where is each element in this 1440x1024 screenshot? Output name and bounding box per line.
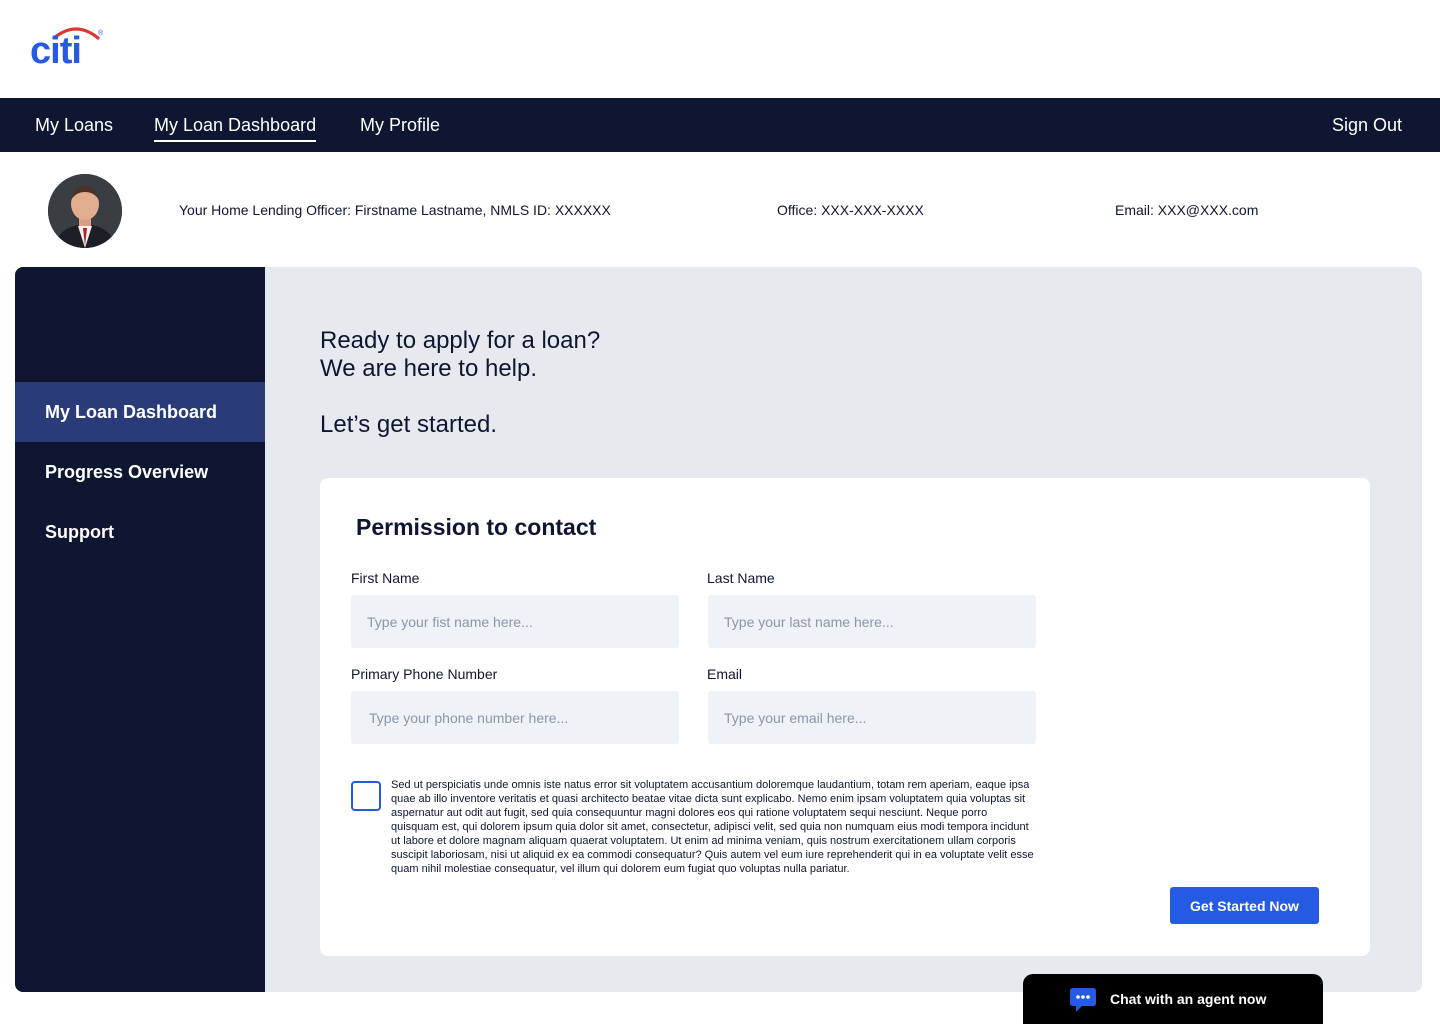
- logo-wordmark: citi: [30, 30, 82, 72]
- chat-bubble-icon: [1070, 988, 1096, 1012]
- sidebar-item-progress-overview[interactable]: Progress Overview: [15, 442, 265, 502]
- last-name-label: Last Name: [707, 570, 775, 586]
- main-panel: My Loan Dashboard Progress Overview Supp…: [15, 267, 1422, 992]
- phone-input[interactable]: [351, 691, 679, 744]
- card-title: Permission to contact: [356, 514, 597, 540]
- first-name-label: First Name: [351, 570, 420, 586]
- chat-label: Chat with an agent now: [1110, 991, 1267, 1007]
- sidebar-item-support[interactable]: Support: [15, 502, 265, 562]
- email-input[interactable]: [708, 691, 1036, 744]
- nav-my-profile[interactable]: My Profile: [360, 98, 440, 152]
- lending-officer-avatar: [48, 174, 122, 248]
- hero-line-3: Let’s get started.: [320, 411, 497, 438]
- hero-line-2: We are here to help.: [320, 355, 538, 382]
- sidebar: My Loan Dashboard Progress Overview Supp…: [15, 267, 265, 992]
- registered-mark-icon: ®: [98, 30, 104, 37]
- top-navigation: My Loans My Loan Dashboard My Profile Si…: [0, 98, 1440, 152]
- permission-to-contact-card: Permission to contact First Name Last Na…: [320, 478, 1370, 956]
- nav-my-loan-dashboard[interactable]: My Loan Dashboard: [154, 98, 317, 152]
- sidebar-item-my-loan-dashboard[interactable]: My Loan Dashboard: [15, 382, 265, 442]
- office-phone: Office: XXX-XXX-XXXX: [777, 202, 924, 218]
- sign-out-link[interactable]: Sign Out: [1332, 98, 1402, 152]
- nav-my-loans[interactable]: My Loans: [35, 98, 113, 152]
- chat-with-agent-button[interactable]: Chat with an agent now: [1023, 974, 1323, 1024]
- phone-label: Primary Phone Number: [351, 666, 498, 682]
- consent-text: Sed ut perspiciatis unde omnis iste natu…: [391, 779, 1034, 875]
- first-name-input[interactable]: [351, 595, 679, 648]
- lending-officer-name: Your Home Lending Officer: Firstname Las…: [179, 202, 611, 218]
- last-name-input[interactable]: [708, 595, 1036, 648]
- get-started-now-button[interactable]: Get Started Now: [1170, 887, 1319, 924]
- citi-logo[interactable]: citi ®: [30, 22, 110, 70]
- officer-photo-icon: [48, 174, 122, 248]
- hero-line-1: Ready to apply for a loan?: [320, 327, 601, 354]
- consent-checkbox[interactable]: [351, 781, 381, 811]
- email-label: Email: [707, 666, 743, 682]
- officer-email: Email: XXX@XXX.com: [1115, 202, 1259, 218]
